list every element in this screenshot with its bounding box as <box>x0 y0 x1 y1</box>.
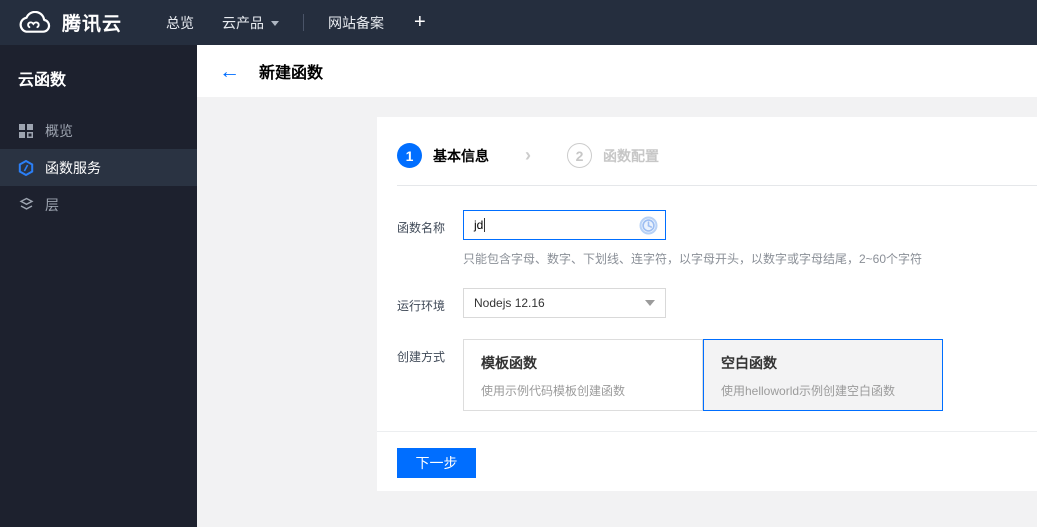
text-cursor <box>484 218 486 232</box>
page-title: 新建函数 <box>259 65 324 82</box>
runtime-select[interactable]: Nodejs 12.16 <box>463 288 666 318</box>
function-name-row: 函数名称 jd 只能包含字母、数字、下划线、连字符，以字母开头，以数字或字母结尾… <box>397 210 1037 267</box>
tencent-cloud-logo[interactable]: 腾讯云 <box>0 9 140 36</box>
sidebar-item-layers[interactable]: 层 <box>0 186 197 223</box>
grid-icon <box>18 123 34 139</box>
menu-item-label: 总览 <box>166 14 195 31</box>
pending-clock-icon <box>639 216 658 240</box>
function-name-input[interactable]: jd <box>463 210 666 240</box>
method-card-template-function[interactable]: 模板函数 使用示例代码模板创建函数 <box>463 339 703 411</box>
method-card-title: 模板函数 <box>481 355 537 371</box>
method-card-desc: 使用helloworld示例创建空白函数 <box>721 384 896 398</box>
step-chevron-icon: › <box>525 145 531 165</box>
sidebar-title: 云函数 <box>18 72 67 89</box>
function-name-label: 函数名称 <box>397 221 446 235</box>
sidebar-item-function-service[interactable]: 函数服务 <box>0 149 197 186</box>
step-2-label: 函数配置 <box>603 147 659 164</box>
basic-info-form: 函数名称 jd 只能包含字母、数字、下划线、连字符，以字母开头，以数字或字母结尾… <box>377 186 1037 411</box>
runtime-row: 运行环境 Nodejs 12.16 <box>397 288 1037 318</box>
page-header: ← 新建函数 <box>197 45 1037 97</box>
function-name-value: jd <box>474 218 484 232</box>
layers-icon <box>18 197 34 213</box>
cloud-logo-icon <box>18 10 51 35</box>
function-name-help: 只能包含字母、数字、下划线、连字符，以字母开头，以数字或字母结尾，2~60个字符 <box>463 252 923 266</box>
runtime-selected-value: Nodejs 12.16 <box>474 296 545 310</box>
brand-name: 腾讯云 <box>62 14 123 35</box>
content-area: 1 基本信息 › 2 函数配置 函数名称 jd 只能包含字母、数字、下划线、连字… <box>197 97 1037 527</box>
runtime-label: 运行环境 <box>397 299 446 313</box>
topbar-divider <box>303 14 305 31</box>
chevron-down-icon <box>271 21 280 26</box>
creation-method-label: 创建方式 <box>397 350 446 364</box>
topbar: 腾讯云 总览 云产品 网站备案 + <box>0 0 1037 45</box>
step-1-circle: 1 <box>397 143 422 168</box>
step-indicator: 1 基本信息 › 2 函数配置 <box>397 143 1037 168</box>
create-function-card: 1 基本信息 › 2 函数配置 函数名称 jd 只能包含字母、数字、下划线、连字… <box>377 117 1037 491</box>
footer-divider <box>377 431 1037 432</box>
menu-item-website-icp[interactable]: 网站备案 <box>314 0 398 45</box>
select-caret-icon <box>645 300 655 306</box>
step-2-circle: 2 <box>567 143 592 168</box>
add-tab-button[interactable]: + <box>398 0 442 45</box>
next-step-button[interactable]: 下一步 <box>397 448 476 478</box>
function-hexagon-icon <box>18 159 34 176</box>
method-card-blank-function[interactable]: 空白函数 使用helloworld示例创建空白函数 <box>703 339 943 411</box>
sidebar-item-label: 层 <box>45 196 59 213</box>
sidebar: 云函数 概览 函数服务 层 <box>0 45 197 527</box>
sidebar-item-label: 概览 <box>45 122 73 139</box>
step-1-label: 基本信息 <box>433 147 489 164</box>
sidebar-item-overview[interactable]: 概览 <box>0 112 197 149</box>
menu-item-label: 云产品 <box>222 14 265 31</box>
creation-method-row: 创建方式 模板函数 使用示例代码模板创建函数 空白函数 使用helloworld… <box>397 339 1037 411</box>
menu-item-overview[interactable]: 总览 <box>152 0 208 45</box>
method-card-title: 空白函数 <box>721 355 777 371</box>
menu-item-cloud-products[interactable]: 云产品 <box>208 0 293 45</box>
sidebar-item-label: 函数服务 <box>45 159 101 176</box>
topbar-menu: 总览 云产品 网站备案 + <box>152 0 442 45</box>
back-arrow-button[interactable]: ← <box>219 61 240 82</box>
menu-item-label: 网站备案 <box>328 14 385 31</box>
method-card-desc: 使用示例代码模板创建函数 <box>481 384 626 398</box>
